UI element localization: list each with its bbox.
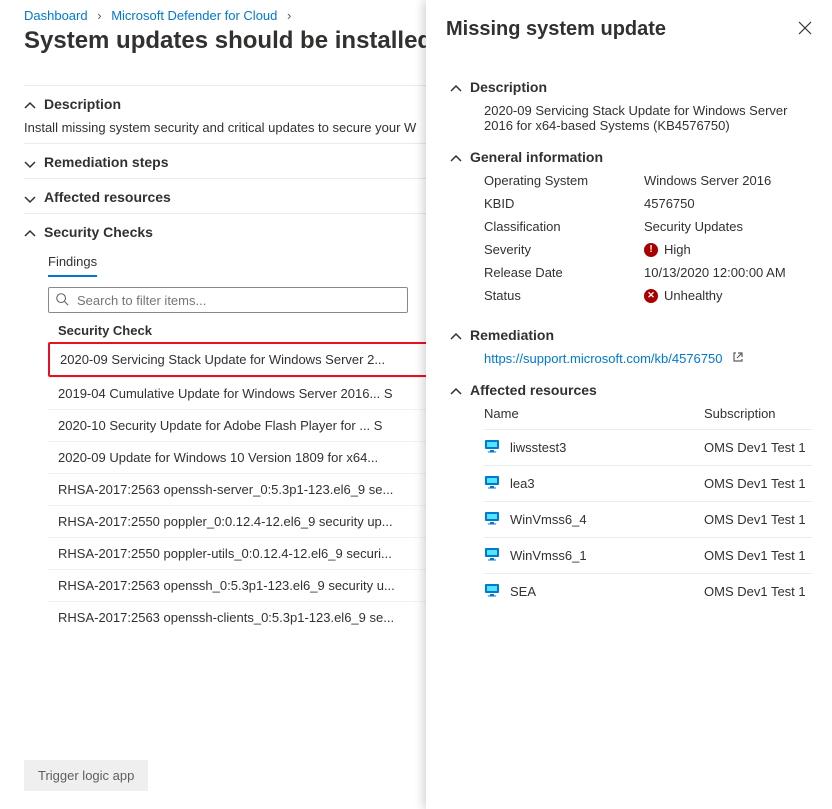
resource-name-cell: lea3 (484, 474, 704, 493)
section-label: Description (470, 79, 547, 95)
column-subscription: Subscription (704, 406, 776, 421)
trigger-logic-app-button[interactable]: Trigger logic app (24, 760, 148, 791)
info-key: KBID (484, 196, 644, 211)
resource-name-cell: liwsstest3 (484, 438, 704, 457)
section-label: Affected resources (44, 189, 171, 205)
flyout-panel: Missing system update Description 2020-0… (426, 0, 832, 809)
vm-icon (484, 510, 500, 529)
section-label: Remediation (470, 327, 554, 343)
list-item[interactable]: RHSA-2017:2563 openssh-clients_0:5.3p1-1… (48, 601, 428, 633)
vm-icon (484, 582, 500, 601)
vm-icon (484, 474, 500, 493)
flyout-title: Missing system update (446, 18, 666, 41)
vm-icon (484, 438, 500, 457)
info-value: ✕Unhealthy (644, 288, 812, 303)
info-key: Release Date (484, 265, 644, 280)
list-item[interactable]: RHSA-2017:2550 poppler_0:0.12.4-12.el6_9… (48, 505, 428, 537)
resources-header: Name Subscription (484, 406, 812, 421)
resources-body: liwsstest3OMS Dev1 Test 1lea3OMS Dev1 Te… (484, 429, 812, 609)
list-item[interactable]: RHSA-2017:2550 poppler-utils_0:0.12.4-12… (48, 537, 428, 569)
general-info-body: Operating SystemWindows Server 2016KBID4… (484, 173, 812, 303)
resource-name-cell: WinVmss6_4 (484, 510, 704, 529)
list-item[interactable]: 2020-09 Update for Windows 10 Version 18… (48, 441, 428, 473)
list-item[interactable]: 2020-10 Security Update for Adobe Flash … (48, 409, 428, 441)
table-row[interactable]: lea3OMS Dev1 Test 1 (484, 465, 812, 501)
info-value: Security Updates (644, 219, 812, 234)
info-value: !High (644, 242, 812, 257)
info-row: Release Date10/13/2020 12:00:00 AM (484, 265, 812, 280)
chevron-up-icon (450, 82, 460, 92)
flyout-toggle-remediation[interactable]: Remediation (450, 327, 812, 343)
severity-high-icon: ! (644, 243, 658, 257)
findings-list: 2020-09 Servicing Stack Update for Windo… (48, 342, 428, 633)
chevron-right-icon: › (281, 8, 297, 23)
flyout-section-description: Description 2020-09 Servicing Stack Upda… (446, 71, 812, 141)
resource-sub-cell: OMS Dev1 Test 1 (704, 440, 812, 455)
info-row: ClassificationSecurity Updates (484, 219, 812, 234)
chevron-up-icon (24, 99, 34, 109)
vm-icon (484, 546, 500, 565)
info-key: Classification (484, 219, 644, 234)
table-row[interactable]: WinVmss6_1OMS Dev1 Test 1 (484, 537, 812, 573)
list-item[interactable]: 2020-09 Servicing Stack Update for Windo… (48, 342, 428, 377)
chevron-down-icon (24, 157, 34, 167)
tab-findings[interactable]: Findings (48, 254, 97, 277)
info-row: KBID4576750 (484, 196, 812, 211)
chevron-up-icon (24, 227, 34, 237)
external-link-icon (732, 351, 744, 366)
info-row: Status✕Unhealthy (484, 288, 812, 303)
breadcrumb-link-defender[interactable]: Microsoft Defender for Cloud (111, 8, 277, 23)
info-key: Status (484, 288, 644, 303)
info-key: Severity (484, 242, 644, 257)
info-row: Operating SystemWindows Server 2016 (484, 173, 812, 188)
flyout-section-resources: Affected resources Name Subscription liw… (446, 374, 812, 617)
remediation-link[interactable]: https://support.microsoft.com/kb/4576750 (484, 351, 722, 366)
flyout-section-remediation: Remediation https://support.microsoft.co… (446, 319, 812, 374)
resource-sub-cell: OMS Dev1 Test 1 (704, 548, 812, 563)
section-label: Description (44, 96, 121, 112)
resource-name-cell: SEA (484, 582, 704, 601)
resource-sub-cell: OMS Dev1 Test 1 (704, 476, 812, 491)
chevron-up-icon (450, 152, 460, 162)
chevron-down-icon (24, 192, 34, 202)
info-value: 4576750 (644, 196, 812, 211)
column-security-check: Security Check (58, 323, 152, 338)
status-unhealthy-icon: ✕ (644, 289, 658, 303)
column-name: Name (484, 406, 704, 421)
resource-sub-cell: OMS Dev1 Test 1 (704, 584, 812, 599)
flyout-toggle-resources[interactable]: Affected resources (450, 382, 812, 398)
resource-name-cell: WinVmss6_1 (484, 546, 704, 565)
list-item[interactable]: RHSA-2017:2563 openssh_0:5.3p1-123.el6_9… (48, 569, 428, 601)
flyout-description-body: 2020-09 Servicing Stack Update for Windo… (484, 103, 812, 133)
info-value: 10/13/2020 12:00:00 AM (644, 265, 812, 280)
table-row[interactable]: liwsstest3OMS Dev1 Test 1 (484, 429, 812, 465)
flyout-section-general: General information Operating SystemWind… (446, 141, 812, 319)
search-input-wrap[interactable] (48, 287, 408, 313)
search-icon (55, 292, 69, 309)
table-row[interactable]: SEAOMS Dev1 Test 1 (484, 573, 812, 609)
info-value: Windows Server 2016 (644, 173, 812, 188)
list-item[interactable]: RHSA-2017:2563 openssh-server_0:5.3p1-12… (48, 473, 428, 505)
section-label: Affected resources (470, 382, 597, 398)
chevron-up-icon (450, 385, 460, 395)
info-row: Severity!High (484, 242, 812, 257)
close-icon[interactable] (798, 18, 812, 41)
chevron-right-icon: › (91, 8, 107, 23)
info-key: Operating System (484, 173, 644, 188)
section-label: General information (470, 149, 603, 165)
breadcrumb-link-dashboard[interactable]: Dashboard (24, 8, 88, 23)
flyout-toggle-general[interactable]: General information (450, 149, 812, 165)
flyout-toggle-description[interactable]: Description (450, 79, 812, 95)
chevron-up-icon (450, 330, 460, 340)
section-label: Security Checks (44, 224, 153, 240)
list-header: Security Check (58, 323, 428, 338)
search-input[interactable] (75, 292, 401, 309)
table-row[interactable]: WinVmss6_4OMS Dev1 Test 1 (484, 501, 812, 537)
section-label: Remediation steps (44, 154, 168, 170)
resource-sub-cell: OMS Dev1 Test 1 (704, 512, 812, 527)
list-item[interactable]: 2019-04 Cumulative Update for Windows Se… (48, 377, 428, 409)
